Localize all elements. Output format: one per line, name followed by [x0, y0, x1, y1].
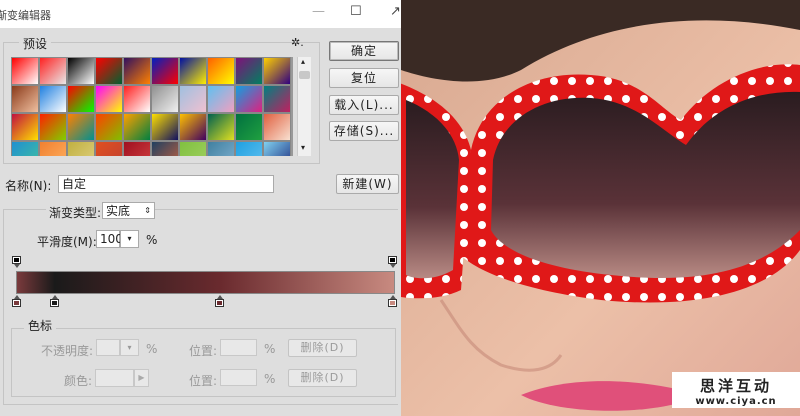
preset-swatch[interactable]: [179, 141, 207, 156]
preset-swatch[interactable]: [95, 113, 123, 141]
preset-swatch[interactable]: [123, 57, 151, 85]
preset-swatch[interactable]: [123, 113, 151, 141]
preset-swatch[interactable]: [67, 85, 95, 113]
preset-swatch[interactable]: [207, 113, 235, 141]
color-stop[interactable]: [12, 295, 21, 307]
preset-swatch[interactable]: [207, 57, 235, 85]
preset-swatch[interactable]: [123, 141, 151, 156]
ok-button[interactable]: 确定: [329, 41, 399, 61]
color-label: 颜色:: [64, 374, 93, 388]
gradient-editor-dialog: 渐变编辑器 — ☐ ↗ 预设 ✲. ▴ ▾ 确定 复位 载入(L)... 存储(…: [0, 0, 401, 416]
preset-swatch[interactable]: [11, 57, 39, 85]
color-location-label: 位置:: [189, 374, 218, 388]
scroll-down-icon[interactable]: ▾: [301, 143, 305, 152]
minimize-icon[interactable]: —: [312, 4, 325, 19]
new-button[interactable]: 新建(W): [336, 174, 399, 194]
preset-swatch[interactable]: [151, 141, 179, 156]
preset-swatch[interactable]: [263, 113, 291, 141]
preset-swatch[interactable]: [179, 85, 207, 113]
name-label: 名称(N):: [5, 179, 52, 193]
preset-swatch[interactable]: [151, 113, 179, 141]
smoothness-dropdown[interactable]: ▾: [120, 230, 139, 248]
preset-swatch[interactable]: [179, 57, 207, 85]
close-icon[interactable]: ↗: [390, 4, 401, 19]
preset-swatch[interactable]: [235, 57, 263, 85]
presets-label: 预设: [19, 35, 52, 52]
color-stop[interactable]: [215, 295, 225, 307]
preset-swatch[interactable]: [67, 141, 95, 156]
scroll-up-icon[interactable]: ▴: [301, 57, 305, 66]
opacity-input[interactable]: [96, 339, 120, 356]
opacity-label: 不透明度:: [41, 344, 94, 358]
maximize-icon[interactable]: ☐: [350, 4, 362, 19]
preset-swatch[interactable]: [207, 141, 235, 156]
preset-swatch[interactable]: [11, 85, 39, 113]
preset-swatch[interactable]: [11, 141, 39, 156]
delete-color-stop-button[interactable]: 删除(D): [288, 369, 357, 387]
smoothness-label: 平滑度(M):: [37, 235, 97, 249]
color-location-input[interactable]: [220, 369, 257, 386]
smoothness-input[interactable]: 100: [96, 230, 123, 248]
preset-swatch[interactable]: [39, 85, 67, 113]
photo-illustration: [401, 0, 800, 416]
opacity-dropdown[interactable]: ▾: [120, 339, 139, 356]
color-swatch[interactable]: [95, 369, 134, 387]
opacity-location-unit: %: [264, 342, 276, 356]
preset-scrollbar[interactable]: ▴ ▾: [297, 57, 311, 156]
updown-icon: ⇕: [144, 206, 151, 215]
preset-swatch[interactable]: [39, 141, 67, 156]
preset-swatch[interactable]: [67, 57, 95, 85]
preset-swatch[interactable]: [11, 113, 39, 141]
color-arrow-icon[interactable]: ▶: [134, 369, 149, 387]
color-stop[interactable]: [49, 295, 59, 307]
preset-swatch[interactable]: [263, 141, 291, 156]
gradient-bar[interactable]: [16, 271, 395, 294]
preset-swatch[interactable]: [179, 113, 207, 141]
preset-swatch[interactable]: [207, 85, 235, 113]
opacity-unit: %: [146, 342, 158, 356]
preset-swatch[interactable]: [235, 141, 263, 156]
load-button[interactable]: 载入(L)...: [329, 95, 399, 115]
stops-group-label: 色标: [24, 317, 57, 334]
gear-icon[interactable]: ✲.: [291, 36, 304, 49]
dialog-title: 渐变编辑器: [0, 9, 51, 22]
watermark-line1: 思洋互动: [699, 377, 772, 395]
opacity-stop-right[interactable]: [388, 256, 397, 268]
gradient-type-value: 实底: [106, 204, 131, 218]
delete-opacity-stop-button[interactable]: 删除(D): [288, 339, 357, 357]
right-lens: [491, 91, 800, 278]
preset-swatch[interactable]: [235, 85, 263, 113]
preset-swatch[interactable]: [263, 57, 291, 85]
color-location-unit: %: [264, 372, 276, 386]
opacity-location-input[interactable]: [220, 339, 257, 356]
gradient-type-select[interactable]: 实底 ⇕: [102, 202, 155, 219]
watermark-line2: www.ciya.cn: [695, 396, 777, 407]
save-button[interactable]: 存储(S)...: [329, 121, 399, 141]
title-bar: 渐变编辑器 — ☐ ↗: [0, 0, 401, 28]
preset-swatch[interactable]: [39, 57, 67, 85]
preset-swatch[interactable]: [95, 57, 123, 85]
preset-swatch[interactable]: [235, 113, 263, 141]
preset-swatch[interactable]: [95, 141, 123, 156]
preset-swatch[interactable]: [151, 85, 179, 113]
scroll-thumb[interactable]: [299, 71, 310, 79]
preset-swatch[interactable]: [123, 85, 151, 113]
reset-button[interactable]: 复位: [329, 68, 399, 88]
watermark: 思洋互动 www.ciya.cn: [672, 372, 800, 408]
opacity-location-label: 位置:: [189, 344, 218, 358]
sunglasses-photo: [401, 0, 800, 416]
name-input[interactable]: 自定: [58, 175, 274, 193]
preset-swatch[interactable]: [151, 57, 179, 85]
preset-swatch[interactable]: [263, 85, 291, 113]
preset-swatch[interactable]: [67, 113, 95, 141]
gradient-type-label: 渐变类型:: [46, 204, 105, 221]
preset-swatch[interactable]: [95, 85, 123, 113]
preset-swatch[interactable]: [39, 113, 67, 141]
opacity-stop-left[interactable]: [12, 256, 21, 268]
color-stop[interactable]: [388, 295, 397, 307]
smoothness-unit: %: [146, 233, 158, 247]
preset-grid: [11, 57, 293, 156]
